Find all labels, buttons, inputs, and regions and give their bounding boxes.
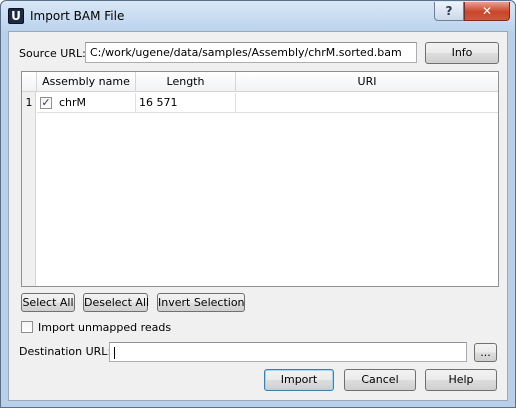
uri-cell	[236, 93, 498, 113]
row-checkbox[interactable]: ✓	[40, 97, 52, 109]
import-bam-dialog: U Import BAM File ? ✕ Source URL: C:/wor…	[0, 0, 516, 408]
source-url-field[interactable]: C:/work/ugene/data/samples/Assembly/chrM…	[85, 42, 417, 63]
window-title: Import BAM File	[30, 9, 125, 23]
title-bar[interactable]: U Import BAM File ? ✕	[1, 1, 515, 31]
cancel-button[interactable]: Cancel	[344, 369, 416, 391]
title-help-button[interactable]: ?	[434, 2, 464, 21]
column-header-length[interactable]: Length	[136, 72, 236, 92]
text-cursor	[114, 347, 115, 359]
table-corner	[22, 72, 37, 92]
invert-selection-button[interactable]: Invert Selection	[157, 293, 245, 312]
row-number: 1	[25, 96, 33, 109]
source-url-label: Source URL:	[19, 47, 86, 60]
deselect-all-button[interactable]: Deselect All	[83, 293, 149, 312]
length-cell: 16 571	[136, 93, 236, 113]
column-header-assembly-name[interactable]: Assembly name	[37, 72, 136, 92]
assembly-table: Assembly name Length URI 1 ✓ chrM 16 571	[21, 71, 499, 287]
close-button[interactable]: ✕	[464, 2, 510, 21]
import-unmapped-label: Import unmapped reads	[38, 321, 172, 334]
column-header-uri[interactable]: URI	[236, 72, 498, 92]
browse-button[interactable]: ...	[474, 343, 497, 362]
destination-url-field[interactable]	[109, 342, 467, 362]
select-all-button[interactable]: Select All	[21, 293, 75, 312]
ugene-app-icon: U	[8, 8, 24, 24]
import-unmapped-checkbox[interactable]	[21, 321, 33, 333]
table-row[interactable]: ✓ chrM	[37, 93, 136, 113]
destination-url-label: Destination URL:	[19, 345, 112, 358]
dialog-body: Source URL: C:/work/ugene/data/samples/A…	[8, 31, 508, 401]
info-button[interactable]: Info	[425, 42, 499, 64]
assembly-name-cell: chrM	[59, 96, 87, 109]
help-button[interactable]: Help	[425, 369, 497, 391]
import-button[interactable]: Import	[264, 369, 334, 391]
